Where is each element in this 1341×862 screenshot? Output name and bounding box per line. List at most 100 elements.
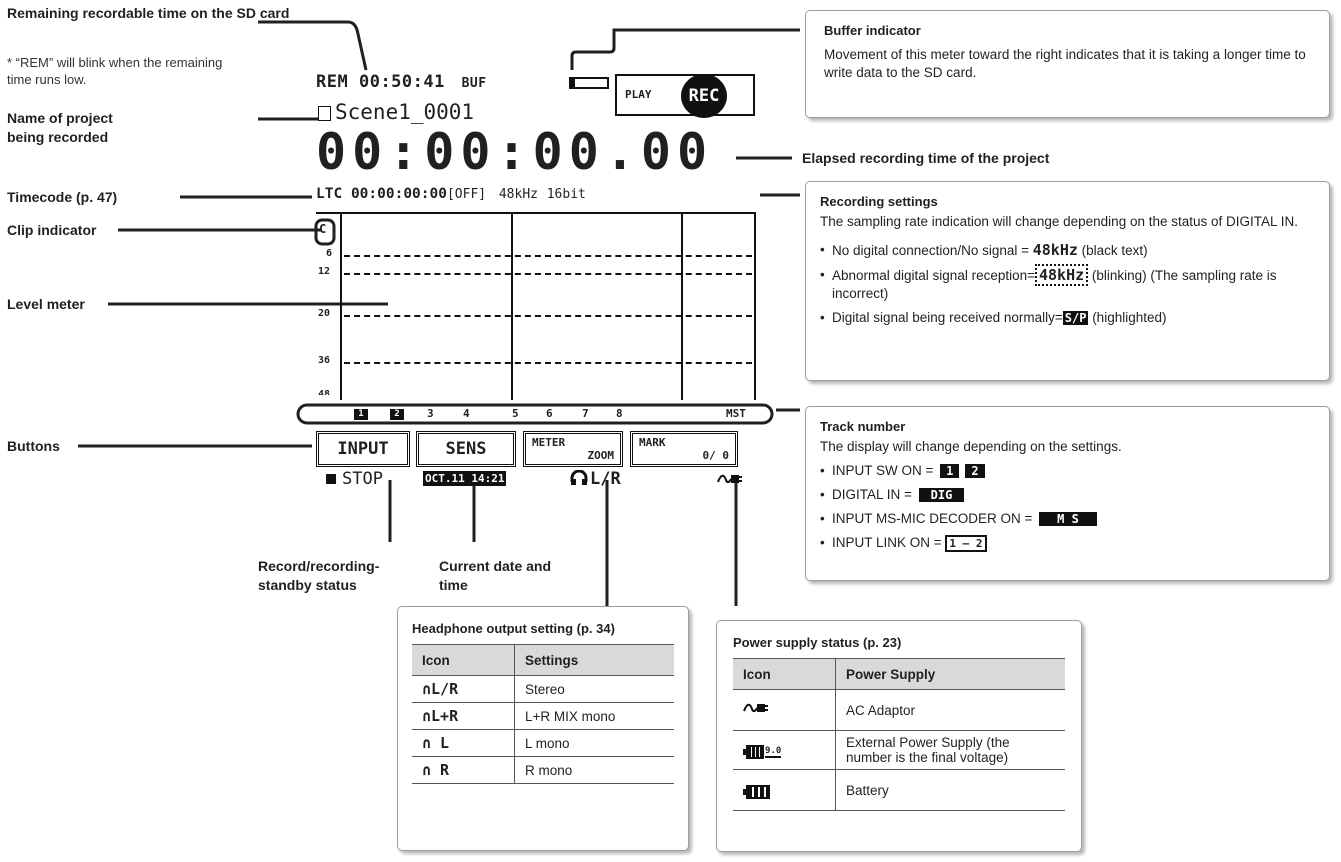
- headphone-icon: ∩: [422, 761, 432, 779]
- meter-divider: [681, 212, 683, 400]
- track-number-panel: Track number The display will change dep…: [805, 406, 1330, 581]
- sens-button[interactable]: SENS: [416, 431, 516, 467]
- setting-cell: R mono: [514, 756, 674, 784]
- meter-gridline: [344, 315, 752, 317]
- panel-text: The sampling rate indication will change…: [820, 214, 1299, 229]
- ltc-label: LTC: [316, 186, 343, 202]
- ltc-time: 00:00:00:00: [350, 186, 447, 202]
- track-chip-linked: 1 — 2: [945, 534, 987, 552]
- card-icon: [318, 105, 331, 121]
- stop-icon: [326, 474, 336, 484]
- track-1: 1: [354, 409, 368, 420]
- panel-title: Headphone output setting (p. 34): [412, 621, 615, 636]
- headphone-output-panel: Headphone output setting (p. 34) Icon Se…: [397, 606, 689, 851]
- table-header-row: Icon Power Supply: [733, 658, 1065, 690]
- meter-divider: [511, 212, 513, 400]
- buffer-meter: [569, 77, 609, 89]
- rate-sample-blinking: 48kHz: [1035, 264, 1089, 286]
- setting-cell: L+R MIX mono: [514, 702, 674, 730]
- track-chip: M S: [1039, 512, 1097, 527]
- play-rec-box: PLAY REC: [615, 74, 755, 118]
- buffer-indicator-panel: Buffer indicator Movement of this meter …: [805, 10, 1330, 118]
- clip-mark: C: [319, 222, 327, 236]
- ac-plug-icon: [717, 472, 743, 491]
- track-chip: 2: [965, 464, 985, 479]
- project-name-text: Scene1_0001: [335, 100, 475, 124]
- panel-text: Movement of this meter toward the right …: [824, 47, 1306, 80]
- power-cell: AC Adaptor: [835, 689, 1065, 731]
- track-3: 3: [427, 407, 434, 420]
- hp-icon-text: R: [431, 761, 450, 779]
- list-item: No digital connection/No signal = 48kHz …: [820, 241, 1315, 260]
- power-cell: Battery: [835, 769, 1065, 811]
- table-row: 9.0 External Power Supply (the number is…: [733, 730, 1065, 770]
- sample-rate: 48kHz: [498, 187, 538, 202]
- item-text: INPUT LINK ON =: [832, 535, 946, 550]
- meter-zoom-button[interactable]: METER ZOOM: [523, 431, 623, 467]
- ltc-line: LTC 00:00:00:00[OFF] 48kHz 16bit: [316, 186, 586, 202]
- headphone-icon: ∩: [422, 734, 432, 752]
- timecode-label: Timecode (p. 47): [7, 189, 118, 205]
- date-time-display: OCT.11 14:21: [423, 471, 507, 486]
- scale-tick: 20: [318, 308, 331, 319]
- meter-gridline: [344, 255, 752, 257]
- item-note: (highlighted): [1088, 310, 1167, 325]
- track-chip: 1: [940, 464, 960, 479]
- table-row: ∩L/R Stereo: [412, 675, 674, 703]
- battery-icon: [743, 785, 770, 799]
- column-header: Power Supply: [835, 658, 1065, 690]
- buf-label: BUF: [461, 76, 487, 91]
- track-2: 2: [390, 409, 404, 420]
- item-text: Digital signal being received normally=: [832, 310, 1063, 325]
- project-name-label: Name of project being recorded: [7, 110, 113, 145]
- meter-zoom-line1: METER: [532, 436, 566, 449]
- remaining-time-note: * “REM” will blink when the remaining ti…: [7, 55, 223, 87]
- meter-right-border: [754, 212, 756, 400]
- table-row: AC Adaptor: [733, 689, 1065, 731]
- device-screen: REM 00:50:41 BUF PLAY REC Scene1_0001 00…: [316, 72, 756, 400]
- panel-title: Power supply status (p. 23): [733, 635, 902, 650]
- project-name-display: Scene1_0001: [318, 100, 474, 124]
- track-mst: MST: [726, 407, 746, 420]
- list-item: DIGITAL IN = DIG: [820, 486, 1315, 504]
- item-text: DIGITAL IN =: [832, 487, 916, 502]
- rem-time: 00:50:41: [358, 72, 445, 92]
- panel-text: The display will change depending on the…: [820, 439, 1122, 454]
- track-6: 6: [546, 407, 553, 420]
- transport-status: STOP: [342, 469, 383, 489]
- headphone-mode: L/R: [590, 469, 621, 489]
- table-row: ∩ L L mono: [412, 729, 674, 757]
- track-7: 7: [582, 407, 589, 420]
- track-5: 5: [512, 407, 519, 420]
- rate-sample-black: 48kHz: [1032, 241, 1078, 259]
- list-item: INPUT LINK ON = 1 — 2: [820, 534, 1315, 552]
- item-text: Abnormal digital signal reception=: [832, 268, 1035, 283]
- column-header: Icon: [412, 644, 515, 676]
- table-row: ∩ R R mono: [412, 756, 674, 784]
- rem-indicator: REM: [316, 72, 349, 92]
- power-supply-panel: Power supply status (p. 23) Icon Power S…: [716, 620, 1082, 852]
- panel-title: Track number: [820, 419, 906, 434]
- hp-icon-text: L+R: [431, 707, 459, 725]
- headphone-icon: ∩: [422, 707, 432, 725]
- mark-line2: 0/ 0: [702, 449, 730, 462]
- table-header-row: Icon Settings: [412, 644, 674, 676]
- mark-button[interactable]: MARK 0/ 0: [630, 431, 738, 467]
- item-text: No digital connection/No signal =: [832, 243, 1033, 258]
- buttons-label: Buttons: [7, 438, 60, 454]
- level-meter-label: Level meter: [7, 296, 85, 312]
- track-number-row: 1 2 3 4 5 6 7 8 MST: [310, 405, 770, 423]
- scale-tick: 36: [318, 355, 331, 366]
- table-row: ∩L+R L+R MIX mono: [412, 702, 674, 730]
- input-button[interactable]: INPUT: [316, 431, 410, 467]
- power-icon-cell: [733, 769, 836, 811]
- play-indicator: PLAY: [625, 88, 652, 101]
- power-cell: External Power Supply (the number is the…: [835, 730, 1065, 770]
- hp-icon-cell: ∩ L: [412, 729, 515, 757]
- rate-sample-highlighted: S/P: [1062, 311, 1089, 325]
- meter-gridline: [344, 273, 752, 275]
- meter-top-border: [316, 212, 756, 214]
- remaining-time-readout: REM 00:50:41 BUF: [316, 72, 487, 92]
- rec-indicator: REC: [681, 74, 727, 118]
- power-icon-cell: 9.0: [733, 730, 836, 770]
